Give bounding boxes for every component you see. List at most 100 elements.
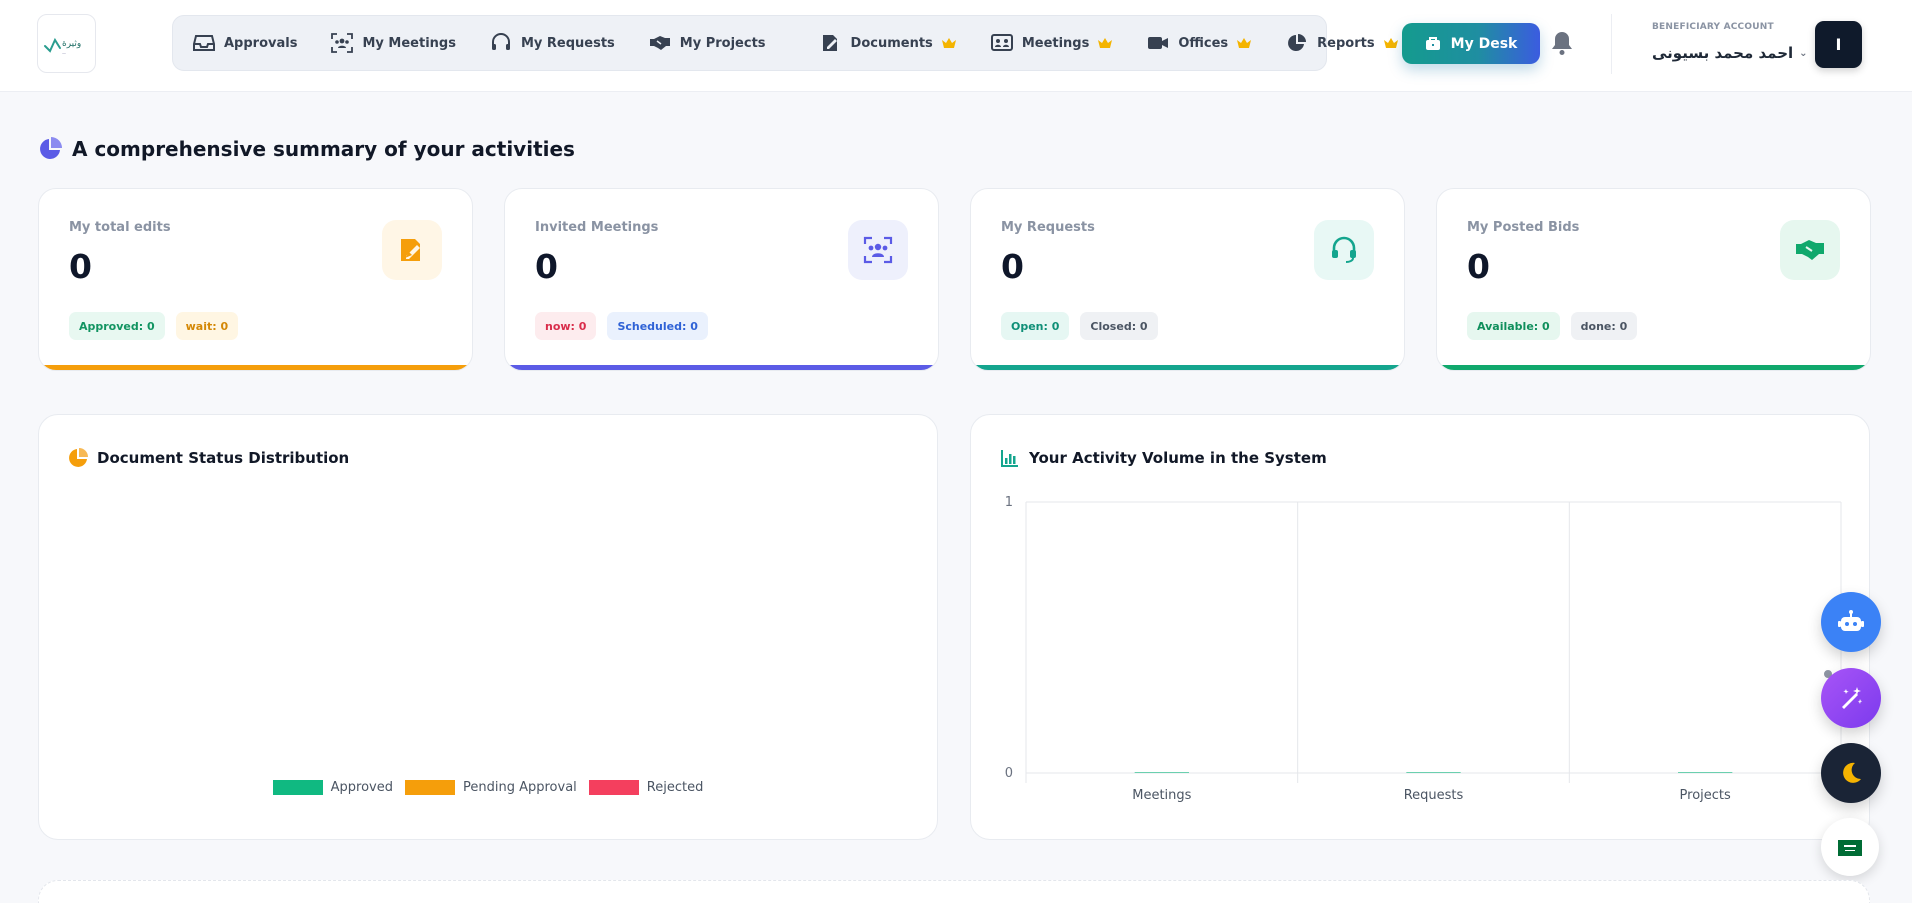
card-count: 0 (69, 247, 92, 286)
stat-card-my-requests[interactable]: My Requests 0 Open: 0 Closed: 0 (970, 188, 1405, 371)
legend-item-pending[interactable]: Pending Approval (405, 780, 577, 795)
document-edit-icon (820, 33, 842, 53)
video-camera-icon (1147, 33, 1169, 53)
svg-text:—: — (62, 51, 66, 56)
summary-heading: A comprehensive summary of your activiti… (38, 137, 575, 161)
saudi-flag-icon (1838, 840, 1862, 856)
scheduled-pill: Scheduled: 0 (607, 312, 708, 340)
briefcase-icon (1425, 37, 1440, 50)
nav-offices[interactable]: Offices (1147, 23, 1252, 63)
assistant-bot-button[interactable] (1821, 592, 1881, 652)
card-title: My total edits (69, 220, 171, 235)
nav-label: Meetings (1021, 35, 1090, 51)
card-count: 0 (535, 247, 558, 286)
pie-chart-icon (69, 448, 88, 467)
card-title: My Posted Bids (1467, 220, 1580, 235)
card-accent-bar (971, 365, 1404, 370)
nav-my-meetings[interactable]: My Meetings (331, 23, 456, 63)
inbox-icon (193, 33, 215, 53)
logo-mark-icon: وثيرة — (43, 37, 81, 56)
stat-card-posted-bids[interactable]: My Posted Bids 0 Available: 0 done: 0 (1436, 188, 1871, 371)
nav-label: My Projects (679, 35, 766, 51)
done-pill: done: 0 (1570, 312, 1638, 340)
ai-magic-button[interactable] (1821, 668, 1881, 728)
pie-chart-icon (40, 137, 62, 159)
magic-wand-icon (1842, 687, 1863, 709)
card-accent-bar (505, 365, 938, 370)
panel-title: Document Status Distribution (97, 449, 350, 467)
headset-icon (490, 33, 512, 53)
app-logo[interactable]: وثيرة — (37, 14, 96, 73)
my-desk-label: My Desk (1450, 35, 1518, 52)
wait-pill: wait: 0 (175, 312, 239, 340)
nav-label: Documents (850, 35, 933, 51)
edit-document-icon (382, 220, 442, 280)
crown-icon (941, 37, 957, 49)
crown-icon (1236, 37, 1252, 49)
card-accent-bar (1437, 365, 1870, 370)
legend-swatch (405, 780, 455, 795)
nav-my-projects[interactable]: My Projects (649, 23, 766, 63)
handshake-icon (1780, 220, 1840, 280)
legend-swatch (272, 780, 323, 795)
moon-icon (1843, 762, 1861, 783)
logo-text: وثيرة (62, 39, 81, 49)
activity-volume-panel: Your Activity Volume in the System 1 0 Mee… (970, 414, 1870, 840)
nav-documents[interactable]: Documents (820, 23, 957, 63)
account-type-label: BENEFICIARY ACCOUNT (1652, 22, 1774, 32)
chart-legend: Approved Pending Approval Rejected (39, 780, 937, 795)
closed-pill: Closed: 0 (1080, 312, 1158, 340)
robot-icon (1838, 610, 1864, 631)
account-name: احمد محمد بسيونى (1652, 44, 1794, 62)
bar (1678, 772, 1733, 773)
top-header: وثيرة — Approvals My Meetings My Request… (0, 0, 1912, 92)
x-tick-label: Meetings (1132, 788, 1191, 803)
now-pill: now: 0 (535, 312, 597, 340)
users-meeting-icon (848, 220, 908, 280)
card-title: Invited Meetings (535, 220, 659, 235)
nav-approvals[interactable]: Approvals (193, 23, 297, 63)
avatar[interactable]: I (1815, 21, 1862, 68)
stat-card-invited-meetings[interactable]: Invited Meetings 0 now: 0 Scheduled: 0 (504, 188, 939, 371)
meeting-board-icon (990, 33, 1013, 53)
open-pill: Open: 0 (1001, 312, 1070, 340)
headset-icon (1314, 220, 1374, 280)
panel-header: Document Status Distribution (68, 448, 349, 468)
page-title: A comprehensive summary of your activiti… (72, 137, 575, 161)
nav-meetings[interactable]: Meetings (990, 23, 1114, 63)
chevron-down-icon: ⌄ (1799, 47, 1808, 59)
next-section-card (38, 880, 1870, 903)
nav-label: My Requests (520, 35, 615, 51)
handshake-icon (649, 33, 671, 53)
y-tick-label: 1 (1005, 495, 1013, 510)
x-tick-label: Projects (1680, 788, 1731, 803)
legend-swatch (588, 780, 639, 795)
legend-item-rejected[interactable]: Rejected (588, 780, 704, 795)
notifications-bell-icon[interactable] (1550, 30, 1574, 56)
card-title: My Requests (1001, 220, 1095, 235)
activity-bar-chart: 1 0 Meetings Requests Projects (1005, 495, 1842, 803)
users-meeting-icon (331, 33, 354, 53)
nav-my-requests[interactable]: My Requests (490, 23, 615, 63)
nav-label: Offices (1178, 35, 1229, 51)
legend-label: Pending Approval (463, 780, 577, 795)
legend-label: Approved (330, 780, 393, 795)
main-nav: Approvals My Meetings My Requests My Pro… (172, 15, 1398, 71)
available-pill: Available: 0 (1467, 312, 1560, 340)
account-switcher[interactable]: احمد محمد بسيونى ⌄ (1652, 44, 1808, 62)
nav-reports[interactable]: Reports (1286, 23, 1398, 63)
my-desk-button[interactable]: My Desk (1402, 23, 1540, 64)
legend-label: Rejected (646, 780, 704, 795)
language-switch-button[interactable] (1821, 818, 1879, 876)
account-divider (1611, 14, 1612, 74)
card-count: 0 (1001, 247, 1024, 286)
legend-item-approved[interactable]: Approved (272, 780, 393, 795)
dark-mode-toggle[interactable] (1821, 743, 1881, 803)
stat-card-total-edits[interactable]: My total edits 0 Approved: 0 wait: 0 (38, 188, 473, 371)
bar (1134, 772, 1189, 773)
document-status-panel: Document Status Distribution Approved Pe… (38, 414, 938, 840)
card-count: 0 (1467, 247, 1490, 286)
bar (1406, 772, 1461, 773)
nav-label: My Meetings (362, 35, 456, 51)
nav-label: Reports (1317, 35, 1375, 51)
